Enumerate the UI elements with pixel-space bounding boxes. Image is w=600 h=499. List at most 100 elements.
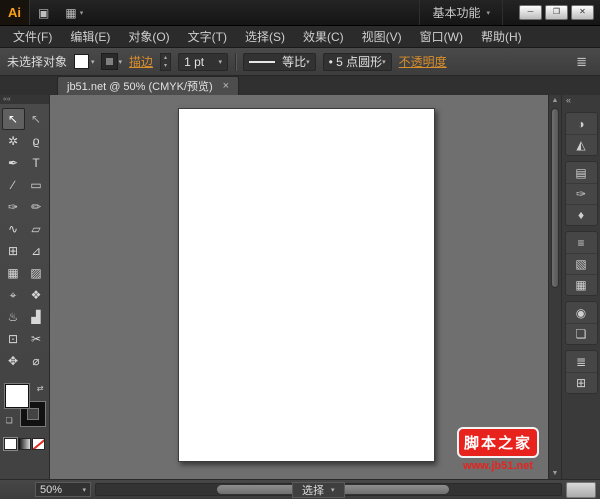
menu-item-type[interactable]: 文字(T) bbox=[179, 26, 236, 48]
control-panel-menu-icon[interactable]: ≣ bbox=[570, 54, 593, 70]
stroke-color-swatch bbox=[100, 53, 118, 70]
gradient-panel-icon[interactable]: ▧ bbox=[565, 253, 597, 274]
menu-item-effect[interactable]: 效果(C) bbox=[294, 26, 353, 48]
illustrator-logo: Ai bbox=[0, 0, 30, 25]
close-button[interactable]: ✕ bbox=[571, 5, 594, 20]
fill-stroke-widget: ⇄ ❏ bbox=[4, 384, 45, 426]
menu-item-file[interactable]: 文件(F) bbox=[4, 26, 61, 48]
status-display-dropdown[interactable]: 选择 ▾ bbox=[292, 482, 345, 498]
dock-group: ≣ ⊞ bbox=[564, 350, 598, 394]
scroll-up-icon[interactable]: ▲ bbox=[549, 95, 561, 106]
color-guide-panel-icon[interactable]: ◭ bbox=[565, 134, 597, 155]
artboards-panel-icon[interactable]: ⊞ bbox=[565, 372, 597, 393]
shape-builder-tool[interactable]: ⊞ bbox=[2, 240, 25, 262]
color-panel-icon[interactable]: ◑ bbox=[566, 113, 597, 134]
vertical-scroll-thumb[interactable] bbox=[551, 108, 559, 289]
zoom-level-dropdown[interactable]: 50% ▾ bbox=[35, 482, 91, 497]
tools-grid: ↖ ↖ ✲ ϱ ✒ T ∕ ▭ ✑ ✏ ∿ ▱ ⊞ ⊿ ▦ ▨ ⌖ ❖ ♨ ▟ … bbox=[0, 108, 49, 372]
minimize-button[interactable]: ─ bbox=[519, 5, 542, 20]
resize-grip[interactable] bbox=[566, 481, 596, 498]
appearance-panel-icon[interactable]: ◉ bbox=[566, 302, 597, 323]
artboard[interactable] bbox=[178, 108, 435, 462]
document-tab[interactable]: jb51.net @ 50% (CMYK/预览) × bbox=[57, 76, 240, 95]
stroke-panel-icon[interactable]: ≡ bbox=[566, 232, 597, 253]
window-controls: ─ ❐ ✕ bbox=[503, 5, 600, 20]
control-bar: 未选择对象 ▾ ▾ 描边 ▴ ▾ 1 pt ▾ 等比 ▾ • 5 点圆形 ▾ 不… bbox=[0, 48, 600, 76]
chevron-down-icon: ▾ bbox=[306, 58, 310, 66]
fill-swatch[interactable] bbox=[4, 384, 29, 408]
chevron-down-icon: ▾ bbox=[91, 58, 95, 66]
vertical-scrollbar[interactable]: ▲ ▼ bbox=[548, 95, 561, 479]
selection-tool[interactable]: ↖ bbox=[1, 108, 25, 130]
opacity-panel-link[interactable]: 不透明度 bbox=[399, 53, 447, 70]
magic-wand-tool[interactable]: ✲ bbox=[2, 130, 25, 152]
panel-dock: « ◑ ◭ ▤ ✑ ♦ ≡ ▧ ▦ ◉ ❏ ≣ ⊞ bbox=[561, 95, 600, 479]
scroll-down-icon[interactable]: ▼ bbox=[549, 468, 561, 479]
gradient-tool[interactable]: ▨ bbox=[25, 262, 48, 284]
menu-item-edit[interactable]: 编辑(E) bbox=[61, 26, 119, 48]
chevron-down-icon: ▾ bbox=[82, 486, 86, 494]
width-tool[interactable]: ∿ bbox=[2, 218, 25, 240]
zoom-level-value: 50% bbox=[40, 483, 63, 496]
pencil-tool[interactable]: ✏ bbox=[25, 196, 48, 218]
maximize-button[interactable]: ❐ bbox=[545, 5, 568, 20]
menu-item-select[interactable]: 选择(S) bbox=[236, 26, 294, 48]
layers-panel-icon[interactable]: ≣ bbox=[566, 351, 597, 372]
type-tool[interactable]: T bbox=[25, 152, 48, 174]
stroke-color-dropdown[interactable]: ▾ bbox=[100, 53, 122, 70]
gradient-mode-button[interactable] bbox=[18, 438, 31, 450]
none-mode-button[interactable] bbox=[32, 438, 45, 450]
artboard-tool[interactable]: ⊡ bbox=[2, 328, 25, 350]
workspace-switcher[interactable]: 基本功能 ▾ bbox=[419, 0, 503, 25]
paintbrush-tool[interactable]: ✑ bbox=[2, 196, 25, 218]
stroke-panel-link[interactable]: 描边 bbox=[129, 53, 153, 70]
mesh-tool[interactable]: ▦ bbox=[2, 262, 25, 284]
slice-tool[interactable]: ✂ bbox=[25, 328, 48, 350]
step-up-icon[interactable]: ▴ bbox=[161, 54, 170, 62]
symbols-panel-icon[interactable]: ♦ bbox=[565, 204, 597, 225]
hand-tool[interactable]: ✥ bbox=[2, 350, 25, 372]
transparency-panel-icon[interactable]: ▦ bbox=[565, 274, 597, 295]
rectangle-tool[interactable]: ▭ bbox=[25, 174, 48, 196]
step-down-icon[interactable]: ▾ bbox=[161, 62, 170, 70]
expand-panels-icon[interactable]: « bbox=[562, 95, 600, 107]
line-segment-tool[interactable]: ∕ bbox=[2, 174, 25, 196]
brushes-panel-icon[interactable]: ✑ bbox=[565, 183, 597, 204]
menu-bar: 文件(F) 编辑(E) 对象(O) 文字(T) 选择(S) 效果(C) 视图(V… bbox=[0, 26, 600, 48]
swatches-panel-icon[interactable]: ▤ bbox=[566, 162, 597, 183]
default-fill-stroke-icon[interactable]: ❏ bbox=[6, 416, 13, 425]
lasso-tool[interactable]: ϱ bbox=[25, 130, 48, 152]
width-profile-dropdown[interactable]: 等比 ▾ bbox=[243, 52, 316, 71]
eyedropper-tool[interactable]: ⌖ bbox=[2, 284, 25, 306]
launch-bridge-icon[interactable]: ▣ bbox=[30, 0, 57, 25]
symbol-sprayer-tool[interactable]: ♨ bbox=[2, 306, 25, 328]
graphic-styles-panel-icon[interactable]: ❏ bbox=[565, 323, 597, 344]
close-tab-icon[interactable]: × bbox=[223, 80, 229, 92]
chevron-down-icon: ▾ bbox=[382, 58, 386, 66]
brush-definition-dropdown[interactable]: • 5 点圆形 ▾ bbox=[322, 52, 392, 71]
color-mode-buttons bbox=[0, 438, 49, 450]
stroke-weight-stepper[interactable]: ▴ ▾ bbox=[160, 52, 172, 71]
control-bar-right: ≣ bbox=[570, 54, 593, 70]
menu-item-object[interactable]: 对象(O) bbox=[119, 26, 178, 48]
column-graph-tool[interactable]: ▟ bbox=[25, 306, 48, 328]
free-transform-tool[interactable]: ▱ bbox=[25, 218, 48, 240]
chevron-down-icon: ▾ bbox=[218, 58, 223, 66]
menu-item-window[interactable]: 窗口(W) bbox=[411, 26, 472, 48]
tools-panel-collapse[interactable]: «« bbox=[0, 95, 49, 104]
chevron-down-icon: ▾ bbox=[79, 9, 84, 17]
pen-tool[interactable]: ✒ bbox=[2, 152, 25, 174]
canvas-area[interactable]: 脚本之家 www.jb51.net bbox=[50, 95, 548, 479]
blend-tool[interactable]: ❖ bbox=[25, 284, 48, 306]
arrange-documents-icon[interactable]: ▦ ▾ bbox=[57, 0, 91, 25]
direct-selection-tool[interactable]: ↖ bbox=[25, 108, 48, 130]
perspective-grid-tool[interactable]: ⊿ bbox=[25, 240, 48, 262]
menu-item-help[interactable]: 帮助(H) bbox=[472, 26, 531, 48]
swap-fill-stroke-icon[interactable]: ⇄ bbox=[37, 384, 44, 393]
stroke-weight-dropdown[interactable]: 1 pt ▾ bbox=[178, 52, 229, 71]
menu-item-view[interactable]: 视图(V) bbox=[353, 26, 411, 48]
zoom-tool[interactable]: ⌀ bbox=[25, 350, 48, 372]
watermark-logo: 脚本之家 bbox=[456, 427, 539, 458]
color-mode-button[interactable] bbox=[4, 438, 17, 450]
fill-color-dropdown[interactable]: ▾ bbox=[74, 54, 95, 69]
